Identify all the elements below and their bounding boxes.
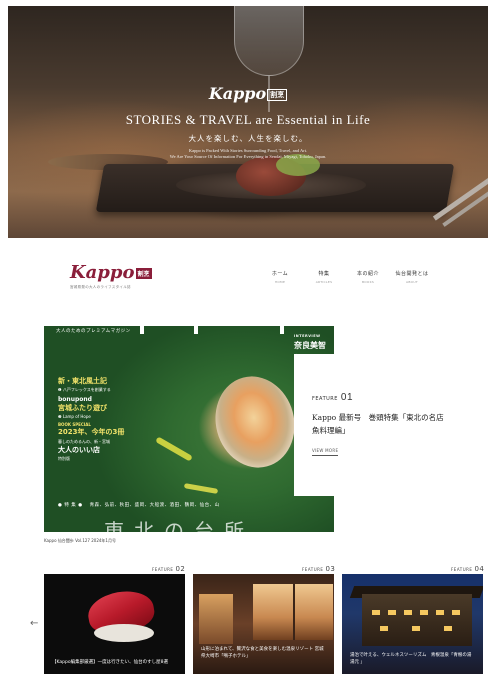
hero-subtitle: 大人を楽しむ、人生を楽しむ。 [188, 134, 308, 143]
nav-item-label: ホーム [271, 271, 289, 277]
lit-window [372, 610, 380, 615]
brand-tagline: 宮城県発の大人のライフスタイル誌 [70, 285, 131, 289]
feature-03-caption: 山形に泊まれて、贅沢な食と美食を楽しむ温泉リゾート 宮城県大崎市「鳴子ホテル」 [201, 647, 324, 659]
site-logo[interactable]: Kappo 割烹 宮城県発の大人のライフスタイル誌 [70, 262, 152, 290]
feature-number: 01 [340, 392, 354, 403]
feature-01-card[interactable]: FEATURE 01 Kappo 最新号 巻頭特集「東北の名店 魚料理編」 VIE… [294, 354, 456, 496]
lit-window [412, 626, 420, 631]
hero-logo: Kappo 割烹 [8, 84, 488, 103]
hero-description: Kappo is Packed With Stories Surrounding… [8, 148, 488, 160]
hero-banner: Kappo 割烹 STORIES & TRAVEL are Essential i… [8, 6, 488, 238]
feature-02-caption: 【Kappo編集部厳選】一度は行きたい、仙台のすし屋8選 [52, 660, 168, 665]
hero-tagline: STORIES & TRAVEL are Essential in Life [125, 112, 371, 127]
hotel-window-image [199, 594, 233, 644]
sushi-rice-image [94, 624, 154, 642]
lit-window [436, 610, 444, 615]
nav-item-label: 特集 [318, 271, 330, 277]
brand-mark: 割烹 [135, 267, 152, 279]
feature-label-text: FEATURE [312, 396, 338, 402]
feature-number: 03 [325, 565, 336, 573]
nav-item-sublabel: ABOUT [406, 280, 418, 284]
cover-headline: ❷ Lamp of Hope [58, 414, 91, 419]
feature-label-text: FEATURE [302, 567, 324, 572]
lit-window [388, 610, 396, 615]
cover-big-title: 東北の台所 [104, 519, 254, 532]
brand-name: Kappo 割烹 [70, 262, 152, 283]
magazine-cover-image[interactable]: 大人のためのプレミアムマガジン INTERVIEW 奈良美智 伊 新・東北風土記… [44, 326, 334, 532]
cover-notch [280, 326, 284, 334]
cover-headline: ❶ 八戸フレックスを創業する [58, 387, 111, 392]
ryokan-building-image [362, 594, 472, 646]
cover-headline: 宮城ふたり遊び [58, 404, 107, 412]
cover-interview-label: INTERVIEW [294, 334, 321, 338]
lit-window [404, 610, 412, 615]
feature-number: 04 [474, 565, 485, 573]
cover-headline: 新・東北風土記 [58, 377, 107, 385]
cover-headline: 特別版 [58, 456, 70, 461]
nav-item-sublabel: HOME [274, 280, 286, 284]
feature-number: 02 [175, 565, 186, 573]
feature-label-text: FEATURE [451, 567, 473, 572]
cover-notch [140, 326, 144, 334]
brand-name-text: Kappo [70, 262, 135, 283]
cover-places: ● 特 集 ● 青森、弘前、秋田、盛岡、大船渡、酒田、鶴岡、仙台、山 [58, 503, 220, 508]
feature-02-label: FEATURE 02 [152, 565, 185, 573]
feature-label: FEATURE 01 [312, 392, 456, 403]
cover-top-note: 大人のためのプレミアムマガジン [56, 329, 131, 334]
feature-04-caption: 湯治で叶える、ウェルネスツーリズム 青根温泉「青根の湯 湯元 」 [350, 653, 472, 665]
nav-item-home[interactable]: ホーム HOME [258, 270, 302, 284]
cover-headline: bonupond [58, 396, 92, 403]
feature-03-card[interactable]: 山形に泊まれて、贅沢な食と美食を楽しむ温泉リゾート 宮城県大崎市「鳴子ホテル」 [193, 574, 334, 674]
hero-logo-mark: 割烹 [267, 88, 288, 101]
feature-02-card[interactable]: 【Kappo編集部厳選】一度は行きたい、仙台のすし屋8選 [44, 574, 185, 674]
cover-notch [194, 326, 198, 334]
hero-logo-text: Kappo [208, 84, 267, 103]
nav-item-sublabel: BOOKS [361, 280, 375, 284]
crab-dish-image [205, 367, 305, 477]
lit-window [444, 626, 452, 631]
lit-window [380, 626, 388, 631]
nav-item-sublabel: ARTICLES [315, 280, 333, 284]
feature-01-title[interactable]: Kappo 最新号 巻頭特集「東北の名店 魚料理編」 [312, 411, 452, 437]
feature-03-label: FEATURE 03 [302, 565, 335, 573]
main-nav: ホーム HOME 特集 ARTICLES 本の紹介 BOOKS 仙台開発とは A… [258, 270, 434, 284]
feature-04-label: FEATURE 04 [451, 565, 484, 573]
nav-item-articles[interactable]: 特集 ARTICLES [302, 270, 346, 284]
view-more-link[interactable]: VIEW MORE [312, 448, 339, 456]
prev-arrow-icon[interactable]: ← [30, 618, 38, 629]
feature-04-card[interactable]: 湯治で叶える、ウェルネスツーリズム 青根温泉「青根の湯 湯元 」 [342, 574, 483, 674]
cover-headlines: 新・東北風土記 ❶ 八戸フレックスを創業する bonupond 宮城ふたり遊び … [58, 376, 178, 462]
cover-caption: Kappo 仙台闊歩 Vol.127 2024年1月号 [44, 538, 116, 543]
window-frame [293, 584, 295, 640]
feature-label-text: FEATURE [152, 567, 174, 572]
wine-glass-image [234, 6, 304, 76]
cover-interview-name: 奈良美智 [294, 341, 326, 350]
hero-desc-line2: We Are Your Source Of Information For Ev… [169, 154, 327, 159]
nav-item-books[interactable]: 本の紹介 BOOKS [346, 270, 390, 284]
nav-item-about[interactable]: 仙台開発とは ABOUT [390, 270, 434, 284]
nav-item-label: 本の紹介 [356, 271, 379, 277]
lit-window [420, 610, 428, 615]
cover-headline: 大人のいい店 [58, 446, 100, 454]
lit-window [452, 610, 460, 615]
leaf-decoration [183, 483, 219, 494]
nav-item-label: 仙台開発とは [395, 271, 429, 277]
cover-headline: 2023年、今年の3冊 [58, 428, 125, 436]
